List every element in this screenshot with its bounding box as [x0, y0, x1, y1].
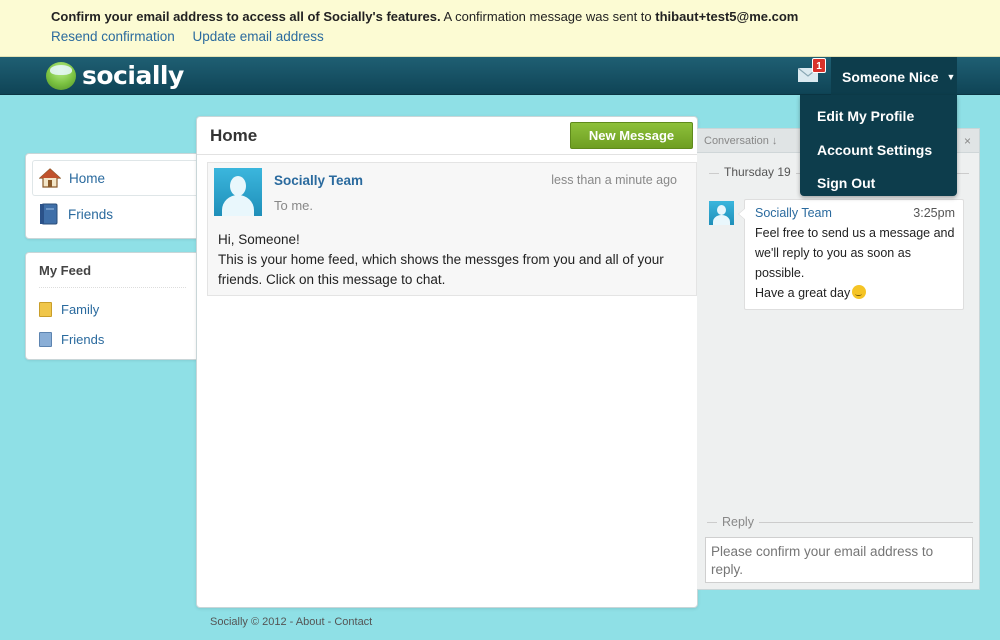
- feed-message[interactable]: Socially Team less than a minute ago To …: [207, 162, 697, 296]
- address-book-icon: [38, 203, 60, 225]
- my-feed-panel: My Feed Family Friends: [25, 252, 197, 360]
- sidebar-nav: Home Friends: [25, 153, 197, 239]
- sidebar-item-friends[interactable]: Friends: [32, 196, 196, 232]
- footer-about-link[interactable]: About: [296, 616, 325, 628]
- avatar: [709, 201, 734, 225]
- message-text: This is your home feed, which shows the …: [218, 252, 664, 287]
- house-icon: [38, 167, 62, 189]
- smiley-icon: [852, 285, 867, 299]
- feed-item-friends[interactable]: Friends: [39, 324, 196, 354]
- caret-down-icon: ▼: [946, 71, 956, 82]
- reply-input[interactable]: [705, 537, 973, 583]
- socially-logo[interactable]: socially: [46, 61, 184, 90]
- folder-icon: [39, 331, 52, 347]
- footer-contact-link[interactable]: Contact: [334, 616, 372, 628]
- notice-email: thibaut+test5@me.com: [655, 9, 799, 24]
- notice-text: A confirmation message was sent to: [440, 9, 656, 24]
- feed-title: My Feed: [39, 263, 186, 288]
- logo-icon: [46, 61, 76, 90]
- user-name: Someone Nice: [842, 68, 939, 85]
- sidebar-item-home[interactable]: Home: [32, 160, 196, 196]
- reply-label: Reply: [717, 515, 759, 529]
- brand-name: socially: [82, 61, 184, 90]
- sidebar-item-label: Home: [69, 170, 106, 186]
- sidebar-item-label: Friends: [68, 206, 114, 222]
- menu-item-account-settings[interactable]: Account Settings: [800, 134, 957, 168]
- unread-count-badge: 1: [812, 58, 826, 73]
- chat-bubble: Socially Team 3:25pm Feel free to send u…: [738, 199, 964, 310]
- resend-confirmation-link[interactable]: Resend confirmation: [51, 29, 175, 44]
- footer: Socially © 2012 - About - Contact: [210, 616, 373, 628]
- new-message-button[interactable]: New Message: [570, 122, 693, 149]
- message-time: less than a minute ago: [551, 173, 677, 187]
- avatar: [214, 168, 262, 216]
- message-sender[interactable]: Socially Team: [274, 173, 363, 188]
- conversation-date: Thursday 19: [719, 165, 796, 179]
- user-menu-button[interactable]: Someone Nice ▼: [831, 57, 957, 96]
- message-greeting: Hi, Someone!: [218, 232, 300, 247]
- menu-item-edit-profile[interactable]: Edit My Profile: [800, 100, 957, 134]
- email-confirmation-notice: Confirm your email address to access all…: [0, 0, 1000, 57]
- close-icon[interactable]: ×: [964, 134, 971, 148]
- menu-item-sign-out[interactable]: Sign Out: [800, 167, 957, 201]
- chat-text: Feel free to send us a message and we'll…: [755, 223, 955, 303]
- notice-bold-text: Confirm your email address to access all…: [51, 9, 441, 24]
- message-body: Hi, Someone! This is your home feed, whi…: [218, 230, 678, 290]
- chat-text-line: Have a great day: [755, 286, 851, 300]
- folder-icon: [39, 301, 52, 317]
- feed-item-label: Family: [61, 301, 100, 317]
- feed-item-label: Friends: [61, 331, 105, 347]
- footer-copyright: Socially © 2012: [210, 616, 287, 628]
- chat-text-line: Feel free to send us a message and we'll…: [755, 226, 955, 280]
- chat-time: 3:25pm: [913, 206, 955, 220]
- home-feed-panel: Home New Message Socially Team less than…: [196, 116, 698, 608]
- message-recipient: To me.: [274, 198, 314, 213]
- update-email-link[interactable]: Update email address: [192, 29, 323, 44]
- feed-item-family[interactable]: Family: [39, 294, 196, 324]
- user-dropdown-menu: Edit My Profile Account Settings Sign Ou…: [800, 95, 957, 196]
